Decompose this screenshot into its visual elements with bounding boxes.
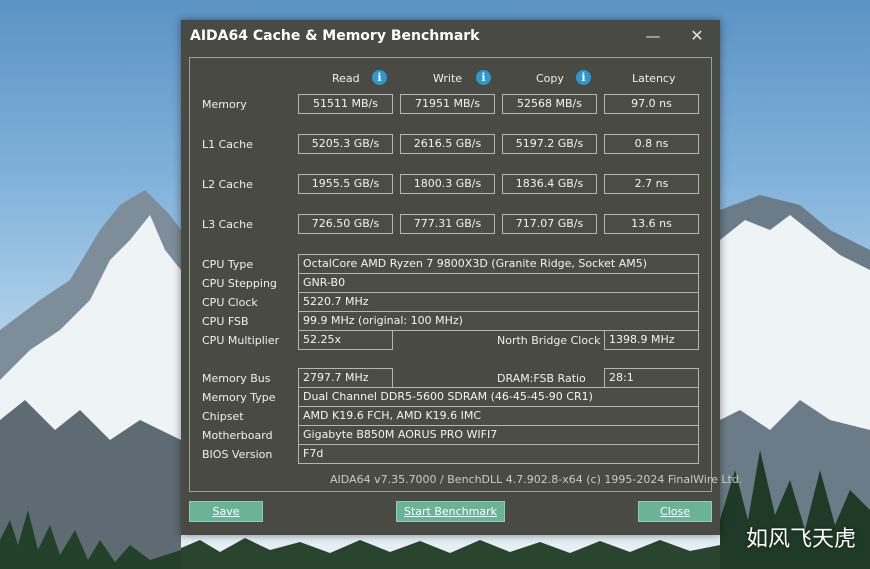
results-panel: Read i Write i Copy i Latency Memory 515… (189, 57, 712, 492)
row-label-memory: Memory (202, 98, 247, 111)
row-label-l3-cache: L3 Cache (202, 218, 253, 231)
title-bar[interactable]: AIDA64 Cache & Memory Benchmark — ✕ (181, 20, 720, 52)
memory-latency-value: 97.0 ns (604, 94, 699, 114)
column-header-copy: Copy (536, 72, 564, 85)
close-window-button[interactable]: ✕ (682, 24, 712, 48)
cpu-stepping-label: CPU Stepping (202, 277, 277, 290)
window-title: AIDA64 Cache & Memory Benchmark (190, 28, 480, 44)
chipset-label: Chipset (202, 410, 244, 423)
l3-read-value: 726.50 GB/s (298, 214, 393, 234)
memory-bus-label: Memory Bus (202, 372, 271, 385)
l3-latency-value: 13.6 ns (604, 214, 699, 234)
column-header-read: Read (332, 72, 360, 85)
l3-copy-value: 717.07 GB/s (502, 214, 597, 234)
start-benchmark-button[interactable]: Start Benchmark (396, 501, 505, 522)
motherboard-value: Gigabyte B850M AORUS PRO WIFI7 (298, 425, 699, 445)
cpu-type-value: OctalCore AMD Ryzen 7 9800X3D (Granite R… (298, 254, 699, 274)
motherboard-label: Motherboard (202, 429, 273, 442)
dram-fsb-ratio-value: 28:1 (604, 368, 699, 388)
cpu-clock-value: 5220.7 MHz (298, 292, 699, 312)
minimize-button[interactable]: — (638, 24, 668, 48)
watermark: 如风飞天虎 (745, 527, 856, 552)
cpu-clock-label: CPU Clock (202, 296, 258, 309)
save-button[interactable]: Save (189, 501, 263, 522)
l2-read-value: 1955.5 GB/s (298, 174, 393, 194)
memory-read-value: 51511 MB/s (298, 94, 393, 114)
info-icon[interactable]: i (576, 70, 591, 85)
memory-type-label: Memory Type (202, 391, 276, 404)
close-icon: ✕ (690, 26, 704, 45)
l1-latency-value: 0.8 ns (604, 134, 699, 154)
cpu-fsb-label: CPU FSB (202, 315, 249, 328)
l1-write-value: 2616.5 GB/s (400, 134, 495, 154)
cpu-type-label: CPU Type (202, 258, 254, 271)
l2-copy-value: 1836.4 GB/s (502, 174, 597, 194)
memory-copy-value: 52568 MB/s (502, 94, 597, 114)
memory-type-value: Dual Channel DDR5-5600 SDRAM (46-45-45-9… (298, 387, 699, 407)
minimize-icon: — (645, 27, 661, 45)
close-button[interactable]: Close (638, 501, 712, 522)
l2-latency-value: 2.7 ns (604, 174, 699, 194)
column-header-write: Write (433, 72, 463, 85)
column-header-latency: Latency (632, 72, 676, 85)
dram-fsb-ratio-label: DRAM:FSB Ratio (497, 372, 586, 385)
benchmark-window: AIDA64 Cache & Memory Benchmark — ✕ Read… (181, 20, 742, 535)
north-bridge-clock-value: 1398.9 MHz (604, 330, 699, 350)
cpu-fsb-value: 99.9 MHz (original: 100 MHz) (298, 311, 699, 331)
cpu-multiplier-label: CPU Multiplier (202, 334, 280, 347)
bios-version-value: F7d (298, 444, 699, 464)
row-label-l1-cache: L1 Cache (202, 138, 253, 151)
info-icon[interactable]: i (476, 70, 491, 85)
trees-bottom (181, 538, 720, 569)
row-label-l2-cache: L2 Cache (202, 178, 253, 191)
l3-write-value: 777.31 GB/s (400, 214, 495, 234)
cpu-stepping-value: GNR-B0 (298, 273, 699, 293)
cpu-multiplier-value: 52.25x (298, 330, 393, 350)
l2-write-value: 1800.3 GB/s (400, 174, 495, 194)
memory-write-value: 71951 MB/s (400, 94, 495, 114)
memory-bus-value: 2797.7 MHz (298, 368, 393, 388)
north-bridge-clock-label: North Bridge Clock (497, 334, 601, 347)
chipset-value: AMD K19.6 FCH, AMD K19.6 IMC (298, 406, 699, 426)
l1-read-value: 5205.3 GB/s (298, 134, 393, 154)
version-footer: AIDA64 v7.35.7000 / BenchDLL 4.7.902.8-x… (330, 473, 743, 486)
info-icon[interactable]: i (372, 70, 387, 85)
bios-version-label: BIOS Version (202, 448, 273, 461)
l1-copy-value: 5197.2 GB/s (502, 134, 597, 154)
